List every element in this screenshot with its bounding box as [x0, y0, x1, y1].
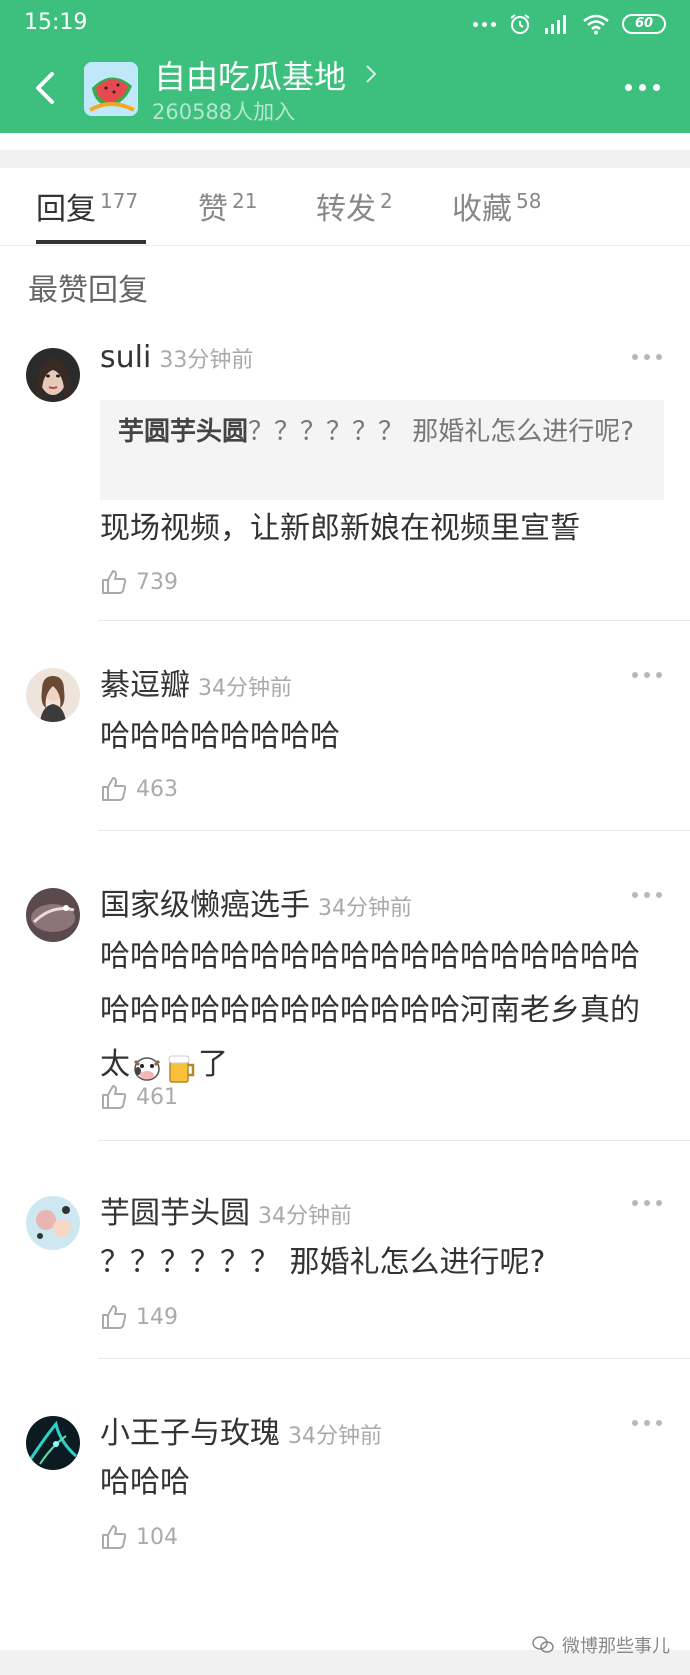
- notification-dots-icon: [473, 21, 496, 27]
- comment-more-icon[interactable]: [632, 672, 662, 678]
- avatar[interactable]: [26, 668, 80, 722]
- comment-time: 34分钟前: [288, 1424, 382, 1449]
- status-icons: 60: [473, 10, 666, 38]
- thumbs-up-icon: [102, 777, 127, 801]
- wechat-icon: [532, 1636, 554, 1653]
- username[interactable]: 綦逗瓣: [100, 668, 190, 703]
- app-header: 15:19 60 自由吃瓜基地 260588人加入: [0, 0, 690, 133]
- active-tab-indicator: [36, 240, 146, 244]
- watermark: 微博那些事儿: [532, 1632, 670, 1658]
- signal-icon: [545, 15, 566, 34]
- comment-text: 哈哈哈哈哈哈哈哈: [100, 719, 340, 754]
- comment-divider: [98, 1358, 690, 1359]
- thumbs-up-icon: [102, 1525, 127, 1549]
- username[interactable]: 小王子与玫瑰: [100, 1416, 280, 1451]
- tab-replies-count: 177: [100, 189, 139, 213]
- username[interactable]: 芋圆芋头圆: [100, 1196, 250, 1231]
- wifi-icon: [583, 14, 609, 35]
- thumbs-up-icon: [102, 1085, 127, 1109]
- like-count: 463: [136, 776, 178, 802]
- comment-more-icon[interactable]: [632, 1200, 662, 1206]
- comment-divider: [98, 1140, 690, 1141]
- section-gap: [0, 150, 690, 168]
- like-button[interactable]: 463: [100, 772, 178, 806]
- comment-text: 哈哈哈哈哈哈哈哈哈哈哈哈哈哈哈哈哈哈哈哈哈哈哈哈哈哈哈哈哈哈河南老乡真的太了: [100, 930, 660, 1092]
- tab-favorites-count: 58: [516, 189, 542, 213]
- watermark-text: 微博那些事儿: [562, 1636, 670, 1657]
- tab-likes-label: 赞: [198, 192, 228, 227]
- comment-time: 34分钟前: [198, 676, 292, 701]
- chevron-left-icon[interactable]: [28, 64, 64, 112]
- avatar[interactable]: [26, 1196, 80, 1250]
- group-member-count: 260588人加入: [152, 100, 296, 124]
- alarm-icon: [510, 14, 530, 34]
- like-button[interactable]: 149: [100, 1300, 178, 1334]
- quote-text: ？？？？？？ 那婚礼怎么进行呢?: [248, 417, 635, 447]
- chevron-right-icon[interactable]: [364, 62, 378, 86]
- tab-likes-count: 21: [232, 189, 258, 213]
- comment-text: ？？？？？？ 那婚礼怎么进行呢?: [100, 1245, 546, 1280]
- avatar[interactable]: [26, 888, 80, 942]
- section-title: 最赞回复: [28, 273, 148, 308]
- tab-reposts-count: 2: [380, 189, 393, 213]
- avatar[interactable]: [26, 1416, 80, 1470]
- comment-text-end: 了: [198, 1047, 228, 1082]
- comment-time: 33分钟前: [159, 348, 254, 373]
- tab-reposts[interactable]: 转发 2: [316, 184, 393, 244]
- more-icon[interactable]: [625, 84, 660, 91]
- tab-replies-label: 回复: [36, 192, 96, 227]
- cow-emoji-icon: [130, 1049, 164, 1083]
- tab-favorites-label: 收藏: [452, 192, 512, 227]
- comment-time: 34分钟前: [258, 1204, 352, 1229]
- tab-favorites[interactable]: 收藏 58: [452, 184, 541, 244]
- tab-likes[interactable]: 赞 21: [198, 184, 257, 244]
- quote-author: 芋圆芋头圆: [118, 417, 249, 447]
- comment-more-icon[interactable]: [632, 354, 662, 360]
- battery-icon: 60: [622, 14, 666, 34]
- tab-reposts-label: 转发: [316, 192, 376, 227]
- like-count: 104: [136, 1524, 178, 1550]
- beer-emoji-icon: [164, 1049, 198, 1083]
- group-name[interactable]: 自由吃瓜基地: [154, 52, 346, 98]
- thumbs-up-icon: [102, 570, 127, 594]
- comment-divider: [98, 620, 690, 621]
- comment-text: 哈哈哈: [100, 1465, 190, 1500]
- group-avatar[interactable]: [84, 62, 138, 116]
- like-button[interactable]: 739: [100, 565, 178, 599]
- thumbs-up-icon: [102, 1305, 127, 1329]
- status-bar: 15:19 60: [0, 0, 690, 48]
- comment-divider: [98, 830, 690, 831]
- like-button[interactable]: 461: [100, 1080, 178, 1114]
- like-count: 149: [136, 1304, 178, 1330]
- avatar[interactable]: [26, 348, 80, 402]
- status-time: 15:19: [24, 10, 88, 35]
- comment-time: 34分钟前: [318, 896, 412, 921]
- username[interactable]: 国家级懒癌选手: [100, 888, 310, 923]
- like-count: 739: [136, 569, 178, 595]
- tab-replies[interactable]: 回复 177: [36, 184, 138, 244]
- quoted-reply[interactable]: 芋圆芋头圆？？？？？？ 那婚礼怎么进行呢?: [100, 400, 664, 500]
- comment-more-icon[interactable]: [632, 892, 662, 898]
- comment-more-icon[interactable]: [632, 1420, 662, 1426]
- like-button[interactable]: 104: [100, 1520, 178, 1554]
- comment-text: 现场视频，让新郎新娘在视频里宣誓: [100, 511, 580, 546]
- like-count: 461: [136, 1084, 178, 1110]
- tab-bar: 回复 177 赞 21 转发 2 收藏 58: [0, 168, 690, 246]
- username[interactable]: suli: [100, 340, 151, 375]
